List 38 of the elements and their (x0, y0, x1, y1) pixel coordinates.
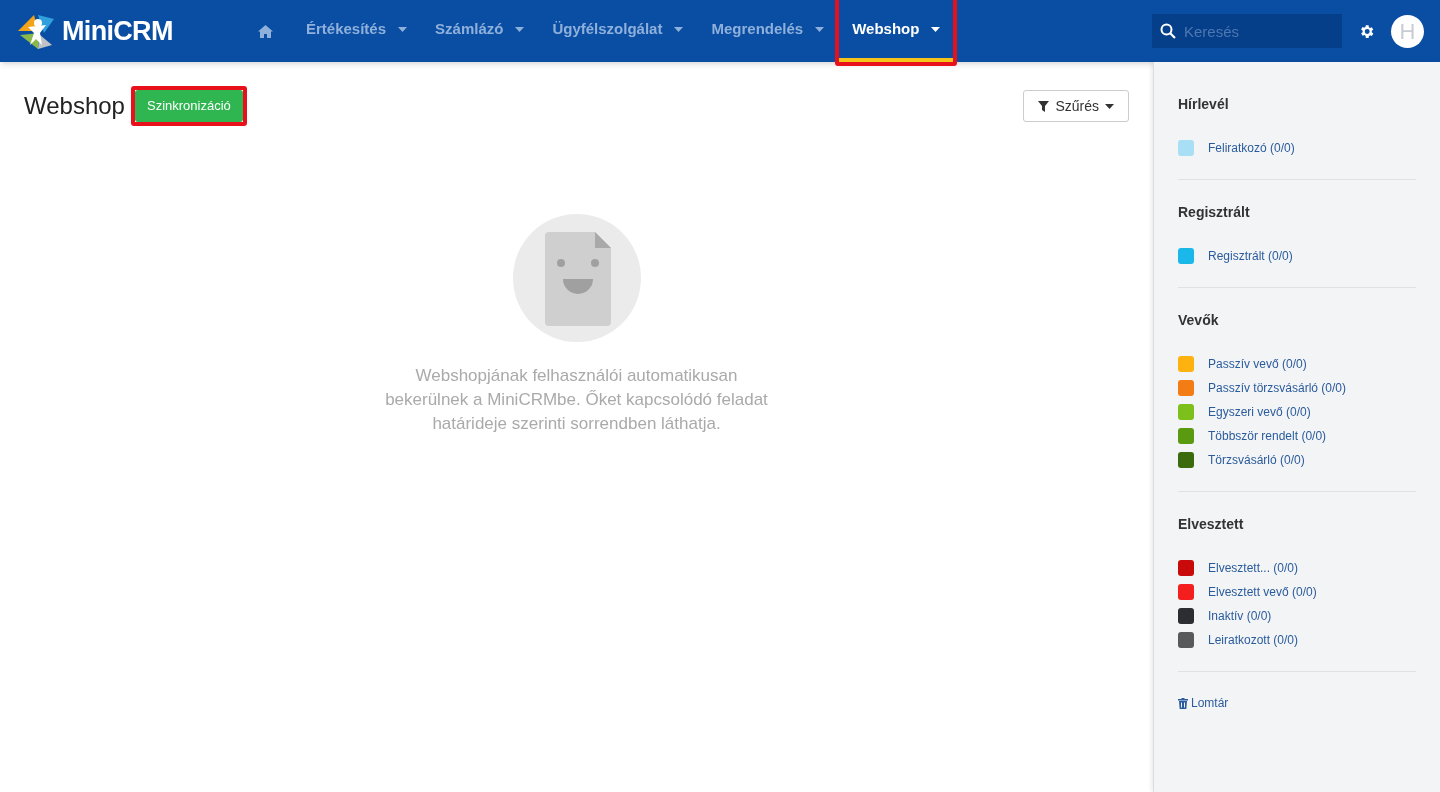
trash-link[interactable]: Lomtár (1178, 694, 1416, 712)
status-filter-link[interactable]: Elvesztett vevő (0/0) (1208, 583, 1317, 601)
logo-text: MiniCRM (62, 14, 173, 48)
group-heading: Regisztrált (1178, 203, 1251, 222)
nav-menu-item[interactable]: Értékesítés (293, 0, 421, 62)
search-icon (1160, 23, 1176, 39)
home-icon[interactable] (258, 24, 273, 38)
page-title: Webshop (24, 91, 125, 121)
status-filter-link[interactable]: Többször rendelt (0/0) (1208, 427, 1327, 445)
search-field[interactable]: Keresés (1152, 14, 1342, 48)
nav-menu-item[interactable]: Megrendelés (698, 0, 838, 62)
group-heading: Vevők (1178, 311, 1220, 330)
filter-button[interactable]: Szűrés (1023, 90, 1129, 122)
trash-icon (1178, 697, 1188, 709)
nav-menu-item[interactable]: Webshop (839, 0, 954, 62)
nav-menu-item[interactable]: Számlázó (422, 0, 538, 62)
caret-icon (674, 26, 684, 32)
caret-icon (931, 26, 941, 32)
status-filter-link[interactable]: Törzsvásárló (0/0) (1208, 451, 1305, 469)
status-filter-link[interactable]: Leiratkozott (0/0) (1208, 631, 1299, 649)
status-filter-link[interactable]: Regisztrált (0/0) (1208, 247, 1293, 265)
status-filter-link[interactable]: Inaktív (0/0) (1208, 607, 1272, 625)
group-heading: Hírlevél (1178, 95, 1230, 114)
status-filter-link[interactable]: Egyszeri vevő (0/0) (1208, 403, 1311, 421)
caret-icon (815, 26, 825, 32)
status-filter-link[interactable]: Feliratkozó (0/0) (1208, 139, 1295, 157)
settings-icon[interactable] (1358, 22, 1375, 40)
status-filter-link[interactable]: Elvesztett... (0/0) (1208, 559, 1299, 577)
caret-icon (1105, 103, 1114, 109)
caret-icon (515, 26, 525, 32)
group-heading: Elvesztett (1178, 515, 1245, 534)
status-filter-link[interactable]: Passzív vevő (0/0) (1208, 355, 1307, 373)
status-filter-link[interactable]: Passzív törzsvásárló (0/0) (1208, 379, 1347, 397)
filter-icon (1038, 100, 1050, 112)
empty-document-icon (512, 214, 641, 342)
nav-menu-item[interactable]: Ügyfélszolgálat (539, 0, 697, 62)
empty-state-message: Webshopjának felhasználói automatikusan bekerülnek a MiniCRMbe. Őket kapcsolódó feladat határideje szerinti sorrendben láthatja. (384, 365, 769, 435)
caret-icon (398, 26, 408, 32)
